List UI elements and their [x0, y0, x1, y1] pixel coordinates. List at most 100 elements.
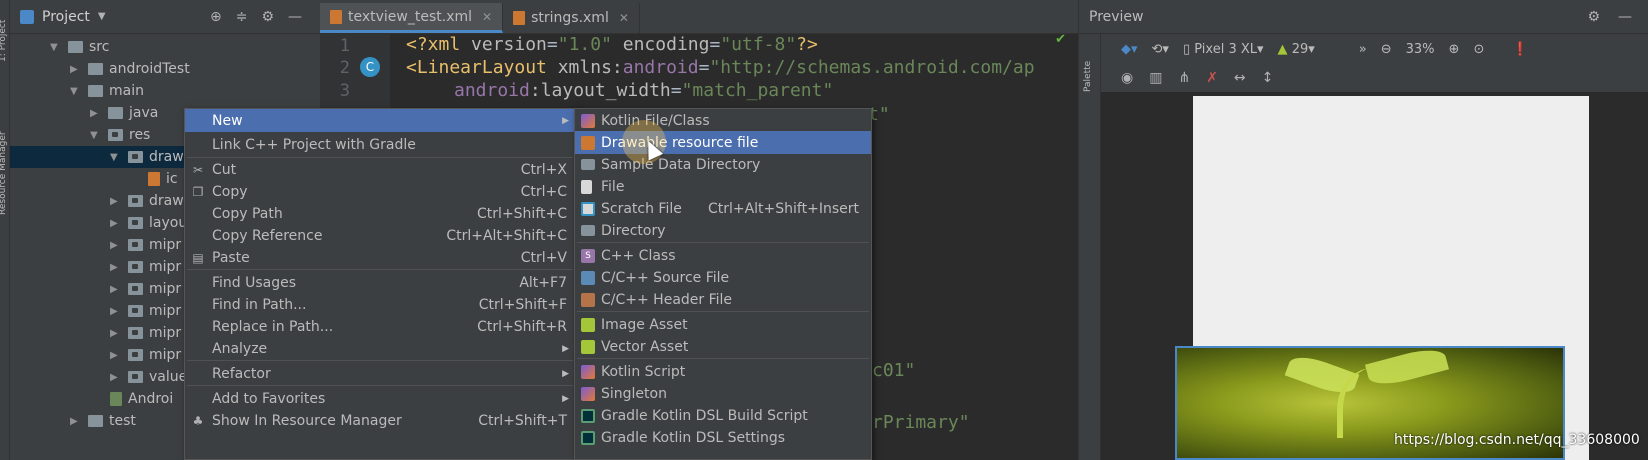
menu-item-add-to-favorites[interactable]: Add to Favorites ▶ — [185, 387, 575, 410]
tree-item-mipmap[interactable]: ▶ mipr — [110, 256, 181, 278]
menu-item-refactor[interactable]: Refactor ▶ — [185, 362, 575, 385]
collapsed-arrow-icon[interactable]: ▶ — [90, 108, 102, 119]
submenu-item-gradle-kotlin-dsl-settings[interactable]: Gradle Kotlin DSL Settings — [575, 426, 871, 449]
submenu-item-file[interactable]: File — [575, 175, 871, 198]
submenu-item-image-asset[interactable]: Image Asset — [575, 313, 871, 336]
submenu-item-singleton[interactable]: Singleton — [575, 382, 871, 405]
menu-item-paste[interactable]: ▤ Paste Ctrl+V — [185, 246, 575, 269]
tree-item-main[interactable]: ▼ main — [70, 80, 144, 102]
tree-item-drawable-2[interactable]: ▶ draw — [110, 190, 184, 212]
gear-icon[interactable]: ⚙ — [261, 9, 274, 25]
menu-item-shortcut: Ctrl+Alt+Shift+C — [446, 227, 567, 244]
collapsed-arrow-icon[interactable]: ▶ — [110, 196, 122, 207]
warning-icon[interactable]: ❗ — [1512, 42, 1528, 57]
tree-item-src[interactable]: ▼ src — [50, 36, 109, 58]
collapsed-arrow-icon[interactable]: ▶ — [70, 416, 82, 427]
gear-icon[interactable]: ⚙ — [1587, 9, 1600, 25]
submenu-item-directory[interactable]: Directory — [575, 219, 871, 242]
collapsed-arrow-icon[interactable]: ▶ — [110, 350, 122, 361]
submenu-item-cpp-class[interactable]: S C++ Class — [575, 244, 871, 267]
tree-item-mipmap[interactable]: ▶ mipr — [110, 344, 181, 366]
code-line-3: android:layout_width="match_parent" — [454, 80, 833, 101]
overflow-icon[interactable]: » — [1359, 42, 1367, 57]
submenu-item-sample-data-directory[interactable]: Sample Data Directory — [575, 153, 871, 176]
zoom-out-icon[interactable]: ⊖ — [1381, 42, 1392, 57]
menu-item-cut[interactable]: ✂ Cut Ctrl+X — [185, 158, 575, 181]
tree-item-values[interactable]: ▶ value — [110, 366, 187, 388]
tab-strings[interactable]: strings.xml ✕ — [503, 3, 640, 33]
submenu-item-kotlin-script[interactable]: Kotlin Script — [575, 360, 871, 383]
menu-item-show-in-resource-manager[interactable]: ♣ Show In Resource Manager Ctrl+Shift+T — [185, 409, 575, 432]
menu-item-find-in-path[interactable]: Find in Path... Ctrl+Shift+F — [185, 293, 575, 316]
collapsed-arrow-icon[interactable]: ▶ — [110, 372, 122, 383]
horizontal-resize-icon[interactable]: ↔ — [1234, 70, 1246, 86]
close-icon[interactable]: ✕ — [482, 10, 492, 24]
collapse-all-icon[interactable]: ≑ — [236, 9, 248, 25]
expanded-arrow-icon[interactable]: ▼ — [110, 152, 122, 163]
project-tool-label[interactable]: 1: Project — [0, 20, 8, 62]
collapsed-arrow-icon[interactable]: ▶ — [110, 218, 122, 229]
tab-textview-test[interactable]: textview_test.xml ✕ — [320, 3, 504, 33]
minimize-icon[interactable]: — — [1618, 9, 1632, 25]
close-icon[interactable]: ✕ — [619, 11, 629, 25]
tree-item-androidmanifest[interactable]: Androi — [110, 388, 173, 410]
menu-item-copy-path[interactable]: Copy Path Ctrl+Shift+C — [185, 202, 575, 225]
resource-manager-tool-label[interactable]: Resource Manager — [0, 131, 8, 215]
blueprint-icon[interactable]: ▥ — [1149, 70, 1162, 86]
collapsed-arrow-icon[interactable]: ▶ — [110, 284, 122, 295]
api-selector[interactable]: ▲ 29▾ — [1278, 42, 1315, 57]
submenu-item-kotlin-file-class[interactable]: Kotlin File/Class — [575, 109, 871, 132]
menu-item-copy-reference[interactable]: Copy Reference Ctrl+Alt+Shift+C — [185, 224, 575, 247]
tree-item-mipmap[interactable]: ▶ mipr — [110, 300, 181, 322]
tree-item-res[interactable]: ▼ res — [90, 124, 150, 146]
inspection-ok-icon[interactable]: ✔ — [1055, 32, 1066, 47]
submenu-item-cpp-source-file[interactable]: C/C++ Source File — [575, 266, 871, 289]
tree-item-androidtest[interactable]: ▶ androidTest — [70, 58, 190, 80]
menu-item-find-usages[interactable]: Find Usages Alt+F7 — [185, 271, 575, 294]
expanded-arrow-icon[interactable]: ▼ — [50, 42, 62, 53]
clear-icon[interactable]: ✗ — [1206, 70, 1218, 86]
submenu-item-cpp-header-file[interactable]: C/C++ Header File — [575, 288, 871, 311]
submenu-item-gradle-kotlin-dsl-build-script[interactable]: Gradle Kotlin DSL Build Script — [575, 404, 871, 427]
collapsed-arrow-icon[interactable]: ▶ — [110, 240, 122, 251]
menu-item-link-cpp[interactable]: Link C++ Project with Gradle — [185, 133, 575, 156]
zoom-fit-icon[interactable]: ⊙ — [1473, 42, 1484, 57]
class-gutter-icon[interactable]: C — [360, 57, 380, 77]
zoom-in-icon[interactable]: ⊕ — [1449, 42, 1460, 57]
orientation-icon[interactable]: ⟲▾ — [1152, 42, 1169, 57]
constraints-icon[interactable]: ⋔ — [1178, 70, 1190, 86]
menu-item-analyze[interactable]: Analyze ▶ — [185, 337, 575, 360]
submenu-item-drawable-resource-file[interactable]: Drawable resource file — [575, 131, 871, 154]
preview-title[interactable]: Preview — [1089, 9, 1144, 25]
tree-item-drawable-selected[interactable]: ▼ draw — [10, 146, 184, 168]
submenu-item-scratch-file[interactable]: Scratch File Ctrl+Alt+Shift+Insert — [575, 197, 871, 220]
tree-item-mipmap[interactable]: ▶ mipr — [110, 234, 181, 256]
collapsed-arrow-icon[interactable]: ▶ — [110, 328, 122, 339]
menu-item-copy[interactable]: ❐ Copy Ctrl+C — [185, 180, 575, 203]
menu-item-replace-in-path[interactable]: Replace in Path... Ctrl+Shift+R — [185, 315, 575, 338]
chevron-down-icon[interactable]: ▼ — [98, 11, 106, 22]
tree-item-layout[interactable]: ▶ layou — [110, 212, 187, 234]
code-token: encoding — [611, 34, 710, 55]
locate-icon[interactable]: ⊕ — [210, 9, 222, 25]
device-selector[interactable]: ▯ Pixel 3 XL▾ — [1183, 42, 1264, 57]
menu-item-new[interactable]: New ▶ — [185, 109, 575, 132]
vertical-resize-icon[interactable]: ↕ — [1262, 70, 1274, 86]
minimize-icon[interactable]: — — [288, 9, 302, 25]
tree-item-test[interactable]: ▶ test — [70, 410, 136, 432]
project-panel-title[interactable]: Project — [42, 9, 90, 25]
eye-icon[interactable]: ◉ — [1121, 70, 1133, 86]
palette-tool-label[interactable]: Palette — [1083, 61, 1093, 92]
tree-item-ic-file[interactable]: ic — [148, 168, 178, 190]
api-label: 29 — [1291, 41, 1309, 57]
tree-item-mipmap[interactable]: ▶ mipr — [110, 322, 181, 344]
tree-item-java[interactable]: ▶ java — [90, 102, 158, 124]
collapsed-arrow-icon[interactable]: ▶ — [110, 306, 122, 317]
expanded-arrow-icon[interactable]: ▼ — [90, 130, 102, 141]
layers-icon[interactable]: ◆▾ — [1121, 42, 1138, 57]
tree-item-mipmap[interactable]: ▶ mipr — [110, 278, 181, 300]
collapsed-arrow-icon[interactable]: ▶ — [110, 262, 122, 273]
collapsed-arrow-icon[interactable]: ▶ — [70, 64, 82, 75]
expanded-arrow-icon[interactable]: ▼ — [70, 86, 82, 97]
submenu-item-vector-asset[interactable]: Vector Asset — [575, 335, 871, 358]
